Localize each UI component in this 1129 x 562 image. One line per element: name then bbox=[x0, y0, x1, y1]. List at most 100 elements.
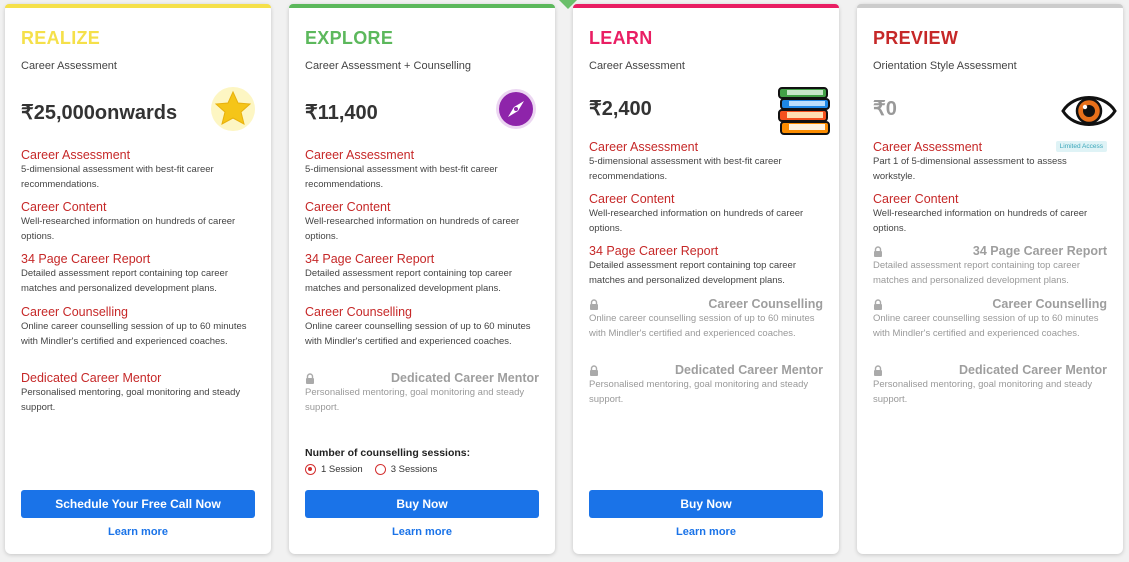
sessions-label: Number of counselling sessions: bbox=[305, 447, 471, 459]
feature-desc: Online career counselling session of up … bbox=[873, 313, 1099, 339]
feature-desc: Well-researched information on hundreds … bbox=[21, 216, 236, 242]
feature-item-locked: Dedicated Career Mentor Personalised men… bbox=[589, 363, 823, 407]
learn-more-link[interactable]: Learn more bbox=[573, 526, 839, 538]
feature-item-locked: Dedicated Career Mentor Personalised men… bbox=[873, 363, 1107, 407]
feature-title: Career Assessment bbox=[21, 148, 131, 162]
plan-name: EXPLORE bbox=[305, 28, 394, 48]
feature-item: 34 Page Career Report Detailed assessmen… bbox=[589, 244, 823, 297]
feature-title: Dedicated Career Mentor bbox=[959, 363, 1107, 377]
feature-item: 34 Page Career Report Detailed assessmen… bbox=[21, 252, 255, 305]
feature-desc: Personalised mentoring, goal monitoring … bbox=[589, 379, 809, 405]
feature-desc: Well-researched information on hundreds … bbox=[873, 208, 1088, 234]
feature-item-locked: Career Counselling Online career counsel… bbox=[589, 297, 823, 363]
plan-subtitle: Orientation Style Assessment bbox=[873, 60, 1017, 72]
feature-item: Career Content Well-researched informati… bbox=[305, 200, 539, 252]
feature-desc: Online career counselling session of up … bbox=[305, 321, 531, 347]
feature-title: Career Counselling bbox=[21, 305, 129, 319]
plan-name: LEARN bbox=[589, 28, 653, 48]
session-option-label: 1 Session bbox=[321, 464, 363, 475]
feature-item-locked: Dedicated Career Mentor Personalised men… bbox=[305, 371, 539, 415]
feature-title: 34 Page Career Report bbox=[21, 252, 151, 266]
feature-item-locked: Career Counselling Online career counsel… bbox=[873, 297, 1107, 363]
compass-icon bbox=[495, 88, 537, 135]
feature-title: Career Content bbox=[873, 192, 959, 206]
star-icon bbox=[210, 86, 256, 137]
feature-title: Career Content bbox=[589, 192, 675, 206]
feature-title: Career Assessment bbox=[589, 140, 699, 154]
feature-item: Limited Access Career Assessment Part 1 … bbox=[873, 140, 1107, 192]
feature-desc: Detailed assessment report containing to… bbox=[873, 260, 1081, 286]
feature-list: Career Assessment 5-dimensional assessme… bbox=[305, 148, 539, 415]
feature-list: Career Assessment 5-dimensional assessme… bbox=[589, 140, 823, 407]
feature-title: Career Assessment bbox=[305, 148, 415, 162]
feature-desc: Detailed assessment report containing to… bbox=[305, 268, 513, 294]
plan-card-explore: EXPLORE Career Assessment + Counselling … bbox=[289, 4, 555, 554]
plan-subtitle: Career Assessment + Counselling bbox=[305, 60, 471, 72]
feature-title: 34 Page Career Report bbox=[305, 252, 435, 266]
feature-desc: Personalised mentoring, goal monitoring … bbox=[873, 379, 1093, 405]
feature-item-locked: 34 Page Career Report Detailed assessmen… bbox=[873, 244, 1107, 297]
schedule-call-button[interactable]: Schedule Your Free Call Now bbox=[21, 490, 255, 518]
feature-item: Career Counselling Online career counsel… bbox=[305, 305, 539, 371]
lock-icon bbox=[590, 365, 598, 376]
feature-desc: 5-dimensional assessment with best-fit c… bbox=[305, 164, 498, 190]
feature-item: Career Content Well-researched informati… bbox=[589, 192, 823, 244]
learn-more-link[interactable]: Learn more bbox=[5, 526, 271, 538]
feature-desc: Online career counselling session of up … bbox=[589, 313, 815, 339]
radio-button-checked[interactable] bbox=[305, 464, 316, 475]
feature-desc: 5-dimensional assessment with best-fit c… bbox=[21, 164, 214, 190]
feature-desc: Detailed assessment report containing to… bbox=[21, 268, 229, 294]
lock-icon bbox=[874, 365, 882, 376]
feature-desc: 5-dimensional assessment with best-fit c… bbox=[589, 156, 782, 182]
lock-icon bbox=[874, 299, 882, 310]
plan-topbar bbox=[289, 4, 555, 8]
session-selector: Number of counselling sessions: 1 Sessio… bbox=[305, 447, 470, 475]
plan-price: ₹25,000onwards bbox=[21, 102, 178, 124]
learn-more-link[interactable]: Learn more bbox=[289, 526, 555, 538]
buy-now-button[interactable]: Buy Now bbox=[589, 490, 823, 518]
plan-topbar bbox=[5, 4, 271, 8]
feature-item: Dedicated Career Mentor Personalised men… bbox=[21, 371, 255, 415]
feature-list: Limited Access Career Assessment Part 1 … bbox=[873, 140, 1107, 407]
plan-subtitle: Career Assessment bbox=[589, 60, 685, 72]
feature-title: 34 Page Career Report bbox=[972, 244, 1107, 258]
feature-desc: Well-researched information on hundreds … bbox=[589, 208, 804, 234]
feature-item: Career Assessment 5-dimensional assessme… bbox=[305, 148, 539, 200]
feature-title: Career Content bbox=[21, 200, 107, 214]
plan-price: ₹11,400 bbox=[305, 102, 378, 124]
feature-desc: Online career counselling session of up … bbox=[21, 321, 247, 347]
session-option-label: 3 Sessions bbox=[390, 464, 438, 475]
feature-desc: Personalised mentoring, goal monitoring … bbox=[305, 387, 525, 413]
plan-card-preview: PREVIEW Orientation Style Assessment ₹0 … bbox=[857, 4, 1123, 554]
feature-title: Dedicated Career Mentor bbox=[21, 371, 162, 385]
session-option-3[interactable]: 3 Sessions bbox=[374, 464, 438, 475]
feature-title: Career Content bbox=[305, 200, 391, 214]
plan-topbar bbox=[857, 4, 1123, 8]
limited-access-badge: Limited Access bbox=[1055, 141, 1107, 152]
buy-now-button[interactable]: Buy Now bbox=[305, 490, 539, 518]
feature-title: Career Counselling bbox=[708, 297, 823, 311]
feature-item: Career Content Well-researched informati… bbox=[21, 200, 255, 252]
plan-card-learn: LEARN Career Assessment ₹2,400 Career As… bbox=[573, 4, 839, 554]
feature-desc: Personalised mentoring, goal monitoring … bbox=[21, 387, 241, 413]
plan-card-realize: REALIZE Career Assessment ₹25,000onwards… bbox=[5, 4, 271, 554]
feature-item: Career Counselling Online career counsel… bbox=[21, 305, 255, 371]
feature-title: Dedicated Career Mentor bbox=[675, 363, 823, 377]
feature-title: 34 Page Career Report bbox=[589, 244, 719, 258]
feature-desc: Detailed assessment report containing to… bbox=[589, 260, 797, 286]
feature-desc: Part 1 of 5-dimensional assessment to as… bbox=[873, 156, 1067, 182]
plan-subtitle: Career Assessment bbox=[21, 60, 117, 72]
feature-title: Career Counselling bbox=[992, 297, 1107, 311]
feature-title: Career Counselling bbox=[305, 305, 413, 319]
feature-desc: Well-researched information on hundreds … bbox=[305, 216, 520, 242]
plan-price: ₹2,400 bbox=[589, 98, 652, 120]
feature-item: 34 Page Career Report Detailed assessmen… bbox=[305, 252, 539, 305]
radio-button[interactable] bbox=[374, 464, 386, 475]
session-options: 1 Session 3 Sessions bbox=[305, 464, 470, 475]
feature-title: Dedicated Career Mentor bbox=[391, 371, 539, 385]
session-option-1[interactable]: 1 Session bbox=[305, 464, 363, 475]
feature-item: Career Assessment 5-dimensional assessme… bbox=[589, 140, 823, 192]
lock-icon bbox=[306, 373, 314, 384]
lock-icon bbox=[590, 299, 598, 310]
books-icon bbox=[777, 86, 831, 141]
